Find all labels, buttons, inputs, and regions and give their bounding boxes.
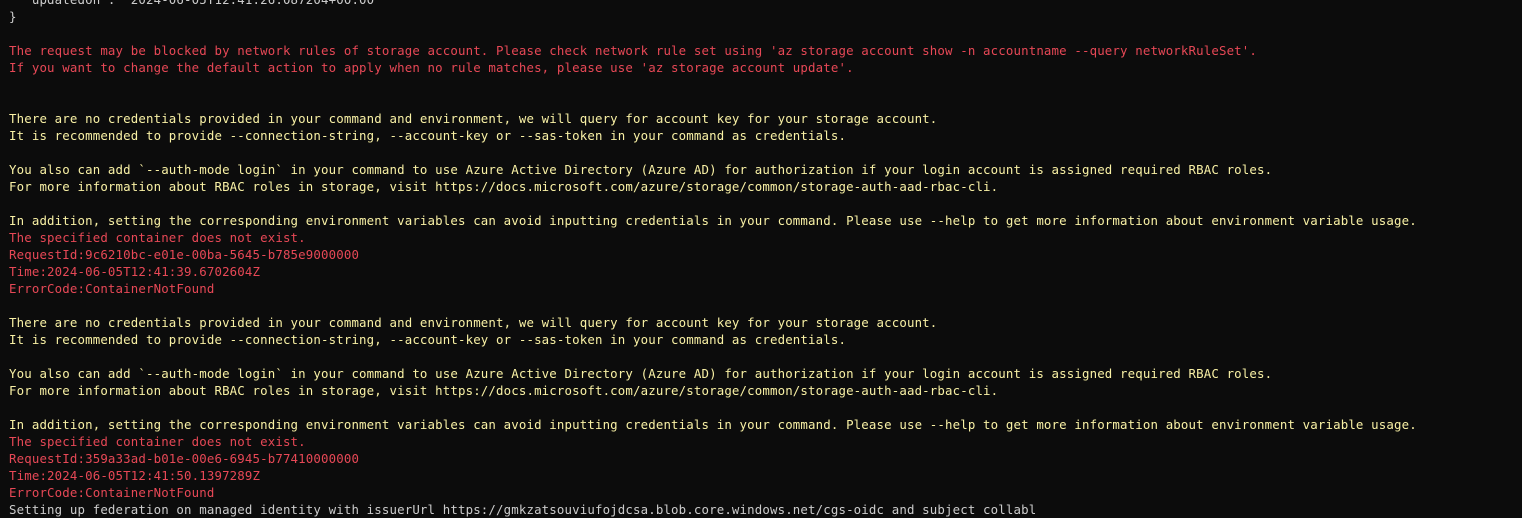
terminal-line: There are no credentials provided in you… [9,315,938,330]
terminal-line: You also can add `--auth-mode login` in … [9,366,1273,381]
terminal-line: In addition, setting the corresponding e… [9,213,1417,228]
terminal-line: For more information about RBAC roles in… [9,179,999,194]
terminal-line: If you want to change the default action… [9,60,854,75]
terminal-line: Setting up federation on managed identit… [9,502,1037,517]
terminal-line: ErrorCode:ContainerNotFound [9,485,215,500]
terminal-line: RequestId:9c6210bc-e01e-00ba-5645-b785e9… [9,247,360,262]
terminal-line: For more information about RBAC roles in… [9,383,999,398]
terminal-line: "updatedOn": "2024-06-05T12:41:26.087204… [9,0,1522,8]
terminal-line: It is recommended to provide --connectio… [9,128,847,143]
terminal-line: RequestId:359a33ad-b01e-00e6-6945-b77410… [9,451,360,466]
terminal-line: There are no credentials provided in you… [9,111,938,126]
terminal-line: Time:2024-06-05T12:41:50.1397289Z [9,468,261,483]
terminal-line: The specified container does not exist. [9,230,306,245]
terminal-line: You also can add `--auth-mode login` in … [9,162,1273,177]
terminal-line: In addition, setting the corresponding e… [9,417,1417,432]
terminal-line: It is recommended to provide --connectio… [9,332,847,347]
terminal-line: ErrorCode:ContainerNotFound [9,281,215,296]
terminal-line: The specified container does not exist. [9,434,306,449]
terminal-line: The request may be blocked by network ru… [9,43,1258,58]
terminal-line: Time:2024-06-05T12:41:39.6702604Z [9,264,261,279]
terminal-output[interactable]: "updatedOn": "2024-06-05T12:41:26.087204… [9,0,1522,518]
terminal-line: } [9,9,17,24]
